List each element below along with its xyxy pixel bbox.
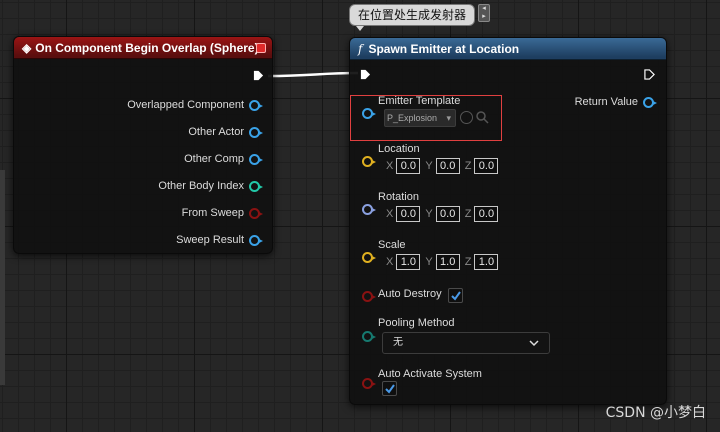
axis-y-label: Y (425, 208, 433, 220)
event-node-header[interactable]: ◈ On Component Begin Overlap (Sphere) (14, 37, 272, 59)
exec-out-pin-icon[interactable] (253, 70, 264, 81)
return-value-label: Return Value (574, 96, 638, 108)
exec-in-pin-icon[interactable] (360, 69, 371, 80)
pin-row-other-body-index[interactable]: Other Body Index (158, 178, 263, 194)
pin-label: Other Comp (184, 153, 244, 165)
tooltip-pin-icon[interactable]: ◂ ▸ (478, 4, 490, 22)
scale-x-input[interactable]: 1.0 (396, 254, 421, 270)
event-diamond-icon: ◈ (22, 40, 32, 55)
pin-row-return-value[interactable]: Return Value (574, 94, 657, 110)
use-selected-icon[interactable] (460, 111, 473, 124)
scale-label: Scale (378, 239, 406, 251)
pin-label: Other Actor (188, 126, 244, 138)
scale-z-input[interactable]: 1.0 (474, 254, 499, 270)
struct-pin-icon[interactable] (249, 234, 263, 246)
location-y-input[interactable]: 0.0 (435, 158, 460, 174)
emitter-template-label: Emitter Template (378, 95, 461, 107)
location-x-input[interactable]: 0.0 (396, 158, 421, 174)
vector-pin-icon[interactable] (362, 251, 376, 263)
function-icon: f (358, 41, 363, 56)
object-pin-icon[interactable] (249, 99, 263, 111)
watermark: CSDN @小梦白 (605, 405, 706, 421)
object-pin-icon[interactable] (249, 126, 263, 138)
pin-row-scale[interactable] (362, 251, 379, 263)
emitter-template-picker[interactable]: P_Explosion ▾ (384, 109, 456, 127)
pin-row-emitter-template[interactable] (362, 107, 379, 119)
tooltip-tail (356, 26, 364, 31)
auto-activate-checkbox[interactable] (382, 381, 397, 396)
pin-label: Sweep Result (176, 234, 244, 246)
checkmark-icon (385, 384, 395, 394)
enum-pin-icon[interactable] (362, 330, 376, 342)
exec-out-pin-icon[interactable] (644, 69, 655, 80)
pin-row-location[interactable] (362, 155, 379, 167)
auto-destroy-label: Auto Destroy (378, 288, 442, 300)
rotation-fields: X 0.0 Y 0.0 Z 0.0 (386, 206, 503, 222)
pin-label: Other Body Index (158, 180, 244, 192)
pin-row-overlapped-component[interactable]: Overlapped Component (127, 97, 263, 113)
rotation-label: Rotation (378, 191, 419, 203)
pin-row-from-sweep[interactable]: From Sweep (181, 205, 263, 221)
axis-x-label: X (386, 208, 394, 220)
pin-label: Overlapped Component (127, 99, 244, 111)
axis-x-label: X (386, 160, 394, 172)
pin-row-pooling-method[interactable] (362, 330, 379, 342)
function-node[interactable]: f Spawn Emitter at Location Return Value… (349, 37, 667, 405)
location-label: Location (378, 143, 420, 155)
checkmark-icon (451, 291, 461, 301)
bool-pin-icon[interactable] (362, 290, 376, 302)
event-node-title: On Component Begin Overlap (Sphere) (35, 40, 259, 55)
auto-activate-label: Auto Activate System (378, 368, 482, 380)
auto-destroy-checkbox[interactable] (448, 288, 463, 303)
node-tooltip: 在位置处生成发射器 (349, 4, 476, 26)
emitter-template-value: P_Explosion (387, 113, 438, 123)
pin-row-rotation[interactable] (362, 203, 379, 215)
vector-pin-icon[interactable] (362, 155, 376, 167)
scale-y-input[interactable]: 1.0 (435, 254, 460, 270)
pin-row-other-comp[interactable]: Other Comp (184, 151, 263, 167)
browse-search-icon[interactable] (476, 111, 489, 124)
bool-pin-icon[interactable] (249, 207, 263, 219)
function-node-header[interactable]: f Spawn Emitter at Location (350, 38, 666, 60)
scale-fields: X 1.0 Y 1.0 Z 1.0 (386, 254, 503, 270)
chevron-down-icon (529, 340, 539, 347)
axis-y-label: Y (425, 256, 433, 268)
axis-z-label: Z (464, 160, 472, 172)
rotation-x-input[interactable]: 0.0 (396, 206, 421, 222)
event-node[interactable]: ◈ On Component Begin Overlap (Sphere) Ov… (13, 36, 273, 254)
object-pin-icon[interactable] (362, 107, 376, 119)
axis-z-label: Z (464, 256, 472, 268)
location-fields: X 0.0 Y 0.0 Z 0.0 (386, 158, 503, 174)
pin-label: From Sweep (181, 207, 244, 219)
pin-row-auto-activate[interactable] (362, 377, 379, 389)
axis-x-label: X (386, 256, 394, 268)
pooling-method-label: Pooling Method (378, 317, 455, 329)
pooling-method-value: 无 (393, 337, 403, 348)
location-z-input[interactable]: 0.0 (474, 158, 499, 174)
bool-pin-icon[interactable] (362, 377, 376, 389)
rotation-z-input[interactable]: 0.0 (474, 206, 499, 222)
rotator-pin-icon[interactable] (362, 203, 376, 215)
chevron-down-icon: ▾ (446, 113, 451, 123)
pin-row-other-actor[interactable]: Other Actor (188, 124, 263, 140)
pin-row-sweep-result[interactable]: Sweep Result (176, 232, 263, 248)
pooling-method-dropdown[interactable]: 无 (382, 332, 550, 354)
delegate-pin-icon[interactable] (256, 43, 266, 53)
axis-y-label: Y (425, 160, 433, 172)
rotation-y-input[interactable]: 0.0 (435, 206, 460, 222)
function-node-title: Spawn Emitter at Location (368, 41, 520, 56)
object-pin-icon[interactable] (643, 96, 657, 108)
axis-z-label: Z (464, 208, 472, 220)
integer-pin-icon[interactable] (249, 180, 263, 192)
object-pin-icon[interactable] (249, 153, 263, 165)
pin-row-auto-destroy[interactable] (362, 290, 379, 302)
